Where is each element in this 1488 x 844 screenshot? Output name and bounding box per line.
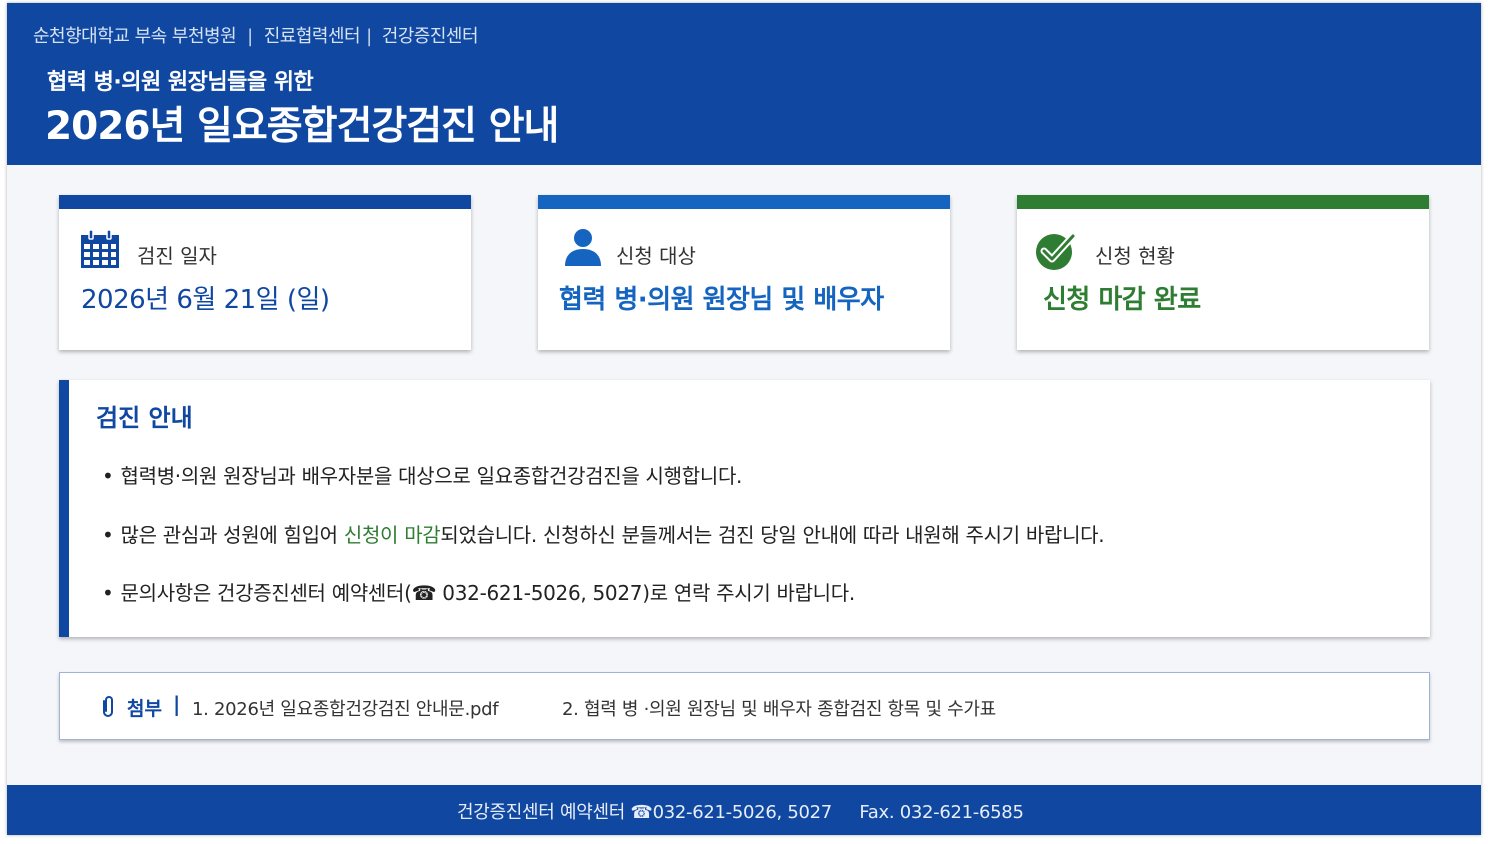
breadcrumb-separator: | <box>366 26 372 47</box>
notice-text: 협력병·의원 원장님과 배우자분을 대상으로 일요종합건강검진을 시행합니다. <box>120 464 743 488</box>
notice-text: 문의사항은 건강증진센터 예약센터( <box>120 581 412 605</box>
bullet: • <box>102 464 114 488</box>
attachments-separator: | <box>173 692 181 716</box>
attachments-bar: 첨부 | 1. 2026년 일요종합건강검진 안내문.pdf 2. 협력 병 ·… <box>59 672 1430 740</box>
exam-notice-panel: 검진 안내 • 협력병·의원 원장님과 배우자분을 대상으로 일요종합건강검진을 … <box>59 380 1430 637</box>
card-label: 신청 대상 <box>616 244 696 268</box>
breadcrumb-item-health-center[interactable]: 건강증진센터 <box>382 26 479 47</box>
footer-center-name: 건강증진센터 예약센터 <box>457 802 626 823</box>
header-banner: 순천향대학교 부속 부천병원 | 진료협력센터 | 건강증진센터 협력 병·의원 원장님… <box>7 3 1481 165</box>
calendar-icon <box>80 229 120 273</box>
page-subtitle: 협력 병·의원 원장님들을 위한 <box>47 70 314 95</box>
breadcrumb-item-hospital[interactable]: 순천향대학교 부속 부천병원 <box>33 26 237 47</box>
notice-text: 되었습니다. 신청하신 분들께서는 검진 당일 안내에 따라 내원해 주시기 바… <box>440 523 1105 547</box>
notice-heading: 검진 안내 <box>96 404 193 432</box>
card-accent-bar <box>59 195 471 209</box>
attachment-link-guide-pdf[interactable]: 1. 2026년 일요종합건강검진 안내문.pdf <box>192 695 499 721</box>
phone-icon: ☎ <box>411 581 437 605</box>
footer-contact: 건강증진센터 예약센터 ☎032-621-5026, 5027 Fax. 032… <box>457 798 1024 824</box>
notice-text: 많은 관심과 성원에 힘입어 <box>120 523 344 547</box>
phone-icon: ☎ <box>630 802 653 823</box>
footer-fax: Fax. 032-621-6585 <box>859 802 1024 823</box>
bullet: • <box>102 581 114 605</box>
card-value: 신청 마감 완료 <box>1043 285 1201 315</box>
breadcrumb: 순천향대학교 부속 부천병원 | 진료협력센터 | 건강증진센터 <box>33 22 479 48</box>
page-title: 2026년 일요종합건강검진 안내 <box>45 104 559 149</box>
application-status-card: 신청 현황 신청 마감 완료 <box>1017 195 1429 350</box>
notice-text: 032-621-5026, 5027)로 연락 주시기 바랍니다. <box>436 581 855 605</box>
card-accent-bar <box>538 195 950 209</box>
attachment-link-price-list[interactable]: 2. 협력 병 ·의원 원장님 및 배우자 종합검진 항목 및 수가표 <box>562 695 996 721</box>
footer-bar: 건강증진센터 예약센터 ☎032-621-5026, 5027 Fax. 032… <box>7 785 1481 835</box>
notice-item: • 문의사항은 건강증진센터 예약센터(☎ 032-621-5026, 5027)… <box>102 577 855 606</box>
closed-highlight: 신청이 마감 <box>343 523 441 547</box>
card-label: 검진 일자 <box>137 244 217 268</box>
attachments-label: 첨부 <box>127 698 162 720</box>
breadcrumb-separator: | <box>247 26 253 47</box>
footer-phone: 032-621-5026, 5027 <box>652 802 833 823</box>
check-circle-icon <box>1035 231 1077 275</box>
breadcrumb-item-referral-center[interactable]: 진료협력센터 <box>264 26 361 47</box>
exam-date-card: 검진 일자 2026년 6월 21일 (일) <box>59 195 471 350</box>
notice-accent-stripe <box>59 380 69 637</box>
card-value: 협력 병·의원 원장님 및 배우자 <box>559 285 884 315</box>
card-label: 신청 현황 <box>1095 244 1175 268</box>
paperclip-icon <box>102 695 116 721</box>
notice-item: • 많은 관심과 성원에 힘입어 신청이 마감되었습니다. 신청하신 분들께서는 … <box>102 519 1105 548</box>
page: 순천향대학교 부속 부천병원 | 진료협력센터 | 건강증진센터 협력 병·의원 원장님… <box>7 3 1481 835</box>
card-accent-bar <box>1017 195 1429 209</box>
notice-item: • 협력병·의원 원장님과 배우자분을 대상으로 일요종합건강검진을 시행합니다. <box>102 460 742 489</box>
applicant-target-card: 신청 대상 협력 병·의원 원장님 및 배우자 <box>538 195 950 350</box>
card-value: 2026년 6월 21일 (일) <box>81 285 330 315</box>
bullet: • <box>102 523 114 547</box>
person-icon <box>563 227 603 271</box>
